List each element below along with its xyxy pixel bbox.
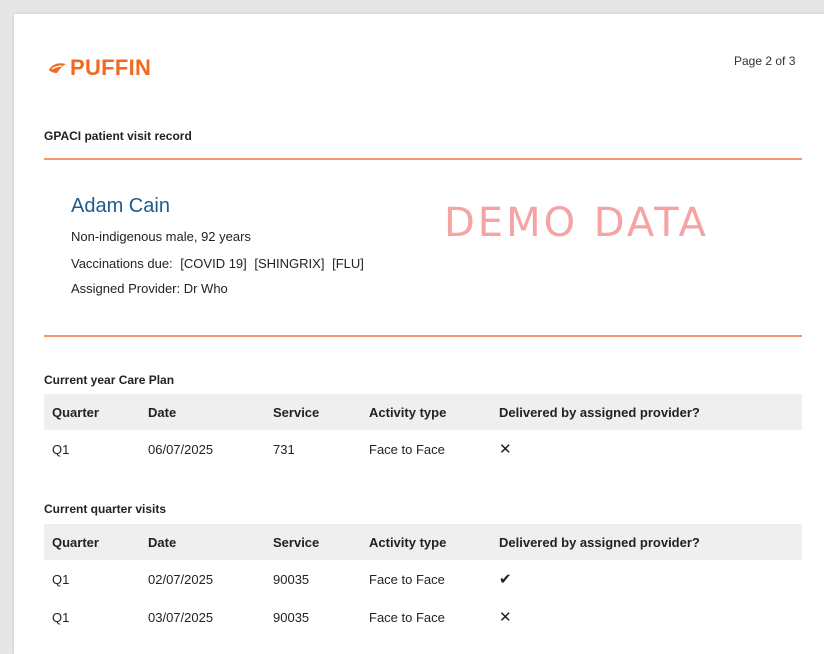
document-page: PUFFIN Page 2 of 3 GPACI patient visit r…: [14, 14, 824, 654]
column-header-quarter: Quarter: [44, 524, 140, 560]
table-row: Q1 06/07/2025 731 Face to Face ✕: [44, 430, 802, 468]
vaccination-tag: [SHINGRIX]: [254, 256, 325, 271]
cell-date: 06/07/2025: [148, 441, 214, 457]
cell-service: 90035: [273, 571, 310, 587]
cell-service: 90035: [273, 609, 310, 625]
column-header-quarter: Quarter: [44, 394, 140, 430]
checkmark-icon: ✔: [499, 571, 512, 588]
vaccinations-due: Vaccinations due: [COVID 19] [SHINGRIX] …: [71, 256, 364, 271]
page-number: Page 2 of 3: [734, 54, 796, 68]
cross-icon: ✕: [499, 609, 512, 626]
cross-icon: ✕: [499, 441, 512, 458]
assigned-provider: Assigned Provider: Dr Who: [71, 281, 228, 296]
puffin-bird-icon: [49, 63, 66, 73]
care-plan-title: Current year Care Plan: [44, 373, 175, 387]
patient-name: Adam Cain: [71, 195, 170, 217]
vaccination-tag: [COVID 19]: [180, 256, 247, 271]
column-header-date: Date: [140, 394, 265, 430]
logo-text: PUFFIN: [70, 55, 152, 80]
cell-quarter: Q1: [52, 441, 70, 457]
table-header-row: Quarter Date Service Activity type Deliv…: [44, 394, 802, 430]
cell-activity-type: Face to Face: [369, 609, 445, 625]
cell-activity-type: Face to Face: [369, 571, 445, 587]
column-header-delivered: Delivered by assigned provider?: [491, 524, 802, 560]
cell-quarter: Q1: [52, 609, 70, 625]
cell-date: 03/07/2025: [148, 609, 214, 625]
vaccination-tag: [FLU]: [332, 256, 364, 271]
table-header-row: Quarter Date Service Activity type Deliv…: [44, 524, 802, 560]
table-row: Q1 03/07/2025 90035 Face to Face ✕: [44, 598, 802, 636]
column-header-activity-type: Activity type: [361, 524, 491, 560]
cell-service: 731: [273, 441, 295, 457]
column-header-service: Service: [265, 524, 361, 560]
table-row: Q1 02/07/2025 90035 Face to Face ✔: [44, 560, 802, 598]
quarter-visits-title: Current quarter visits: [44, 502, 167, 516]
vaccinations-label: Vaccinations due:: [71, 256, 173, 271]
column-header-delivered: Delivered by assigned provider?: [491, 394, 802, 430]
demo-data-watermark: DEMO DATA: [444, 200, 709, 246]
puffin-logo: PUFFIN: [48, 55, 151, 81]
cell-quarter: Q1: [52, 571, 70, 587]
patient-demographics: Non-indigenous male, 92 years: [71, 229, 251, 244]
column-header-date: Date: [140, 524, 265, 560]
quarter-visits-table: Quarter Date Service Activity type Deliv…: [44, 524, 802, 636]
divider: [44, 335, 802, 337]
cell-date: 02/07/2025: [148, 571, 214, 587]
divider: [44, 158, 802, 160]
column-header-activity-type: Activity type: [361, 394, 491, 430]
column-header-service: Service: [265, 394, 361, 430]
cell-activity-type: Face to Face: [369, 441, 445, 457]
document-title: GPACI patient visit record: [44, 129, 192, 143]
care-plan-table: Quarter Date Service Activity type Deliv…: [44, 394, 802, 468]
